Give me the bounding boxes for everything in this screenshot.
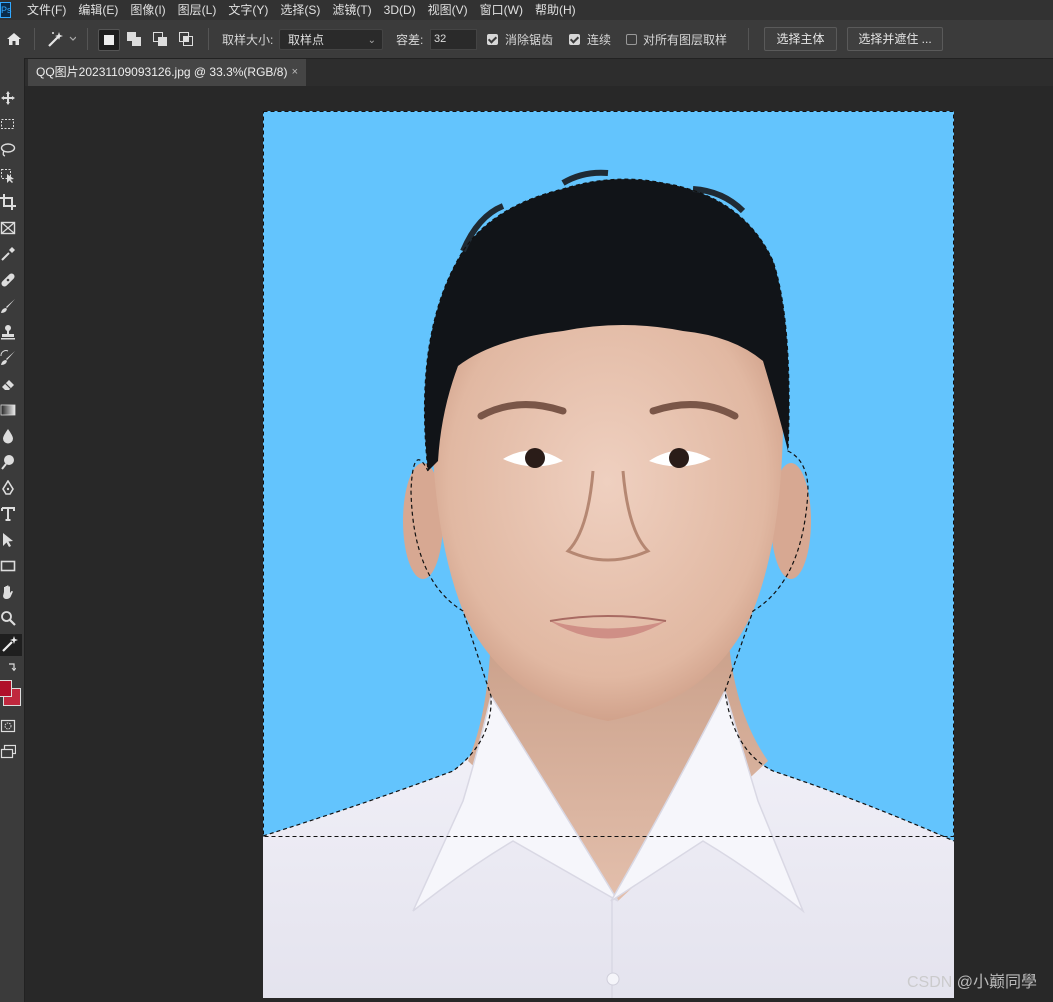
magic-wand-preset-icon[interactable] <box>46 20 76 58</box>
zoom-icon[interactable] <box>0 610 20 630</box>
color-swatches <box>0 678 24 708</box>
id-photo-portrait <box>263 111 954 998</box>
anti-alias-label: 消除锯齿 <box>505 32 554 47</box>
sample-size-label: 取样大小: <box>222 32 274 47</box>
sample-all-layers-label: 对所有图层取样 <box>643 32 728 47</box>
menu-help[interactable]: 帮助(H) <box>529 0 582 20</box>
menu-view[interactable]: 视图(V) <box>422 0 474 20</box>
stamp-icon[interactable] <box>0 324 20 344</box>
dodge-icon[interactable] <box>0 454 20 474</box>
rectangle-icon[interactable] <box>0 558 20 578</box>
menu-file[interactable]: 文件(F) <box>21 0 72 20</box>
tolerance-input[interactable]: 32 <box>430 29 477 50</box>
new-selection-button[interactable] <box>98 29 120 51</box>
frame-icon[interactable] <box>0 220 20 240</box>
crop-icon[interactable] <box>0 194 20 214</box>
tolerance-label: 容差: <box>396 32 424 47</box>
photoshop-logo-icon[interactable]: Ps <box>0 2 12 18</box>
menu-filter[interactable]: 滤镜(T) <box>326 0 377 20</box>
contiguous-label: 连续 <box>587 32 612 47</box>
separator <box>34 28 35 50</box>
pen-icon[interactable] <box>0 480 20 500</box>
photo-canvas[interactable] <box>263 111 954 998</box>
brush-icon[interactable] <box>0 298 20 318</box>
screen-mode-icon[interactable] <box>0 744 20 764</box>
home-icon[interactable] <box>6 20 22 58</box>
healing-icon[interactable] <box>0 272 20 292</box>
tools-panel <box>0 58 25 1002</box>
marquee-icon[interactable] <box>0 116 20 136</box>
history-brush-icon[interactable] <box>0 350 20 370</box>
subtract-from-selection-button[interactable] <box>150 29 170 49</box>
menu-bar: Ps 文件(F) 编辑(E) 图像(I) 图层(L) 文字(Y) 选择(S) 滤… <box>0 0 1053 20</box>
menu-image[interactable]: 图像(I) <box>124 0 171 20</box>
select-and-mask-button[interactable]: 选择并遮住 ... <box>847 27 943 51</box>
object-select-icon[interactable] <box>0 168 20 188</box>
chevron-down-icon: ⌄ <box>367 35 376 46</box>
select-subject-button[interactable]: 选择主体 <box>764 27 837 51</box>
move-icon[interactable] <box>0 90 20 110</box>
blur-icon[interactable] <box>0 428 20 448</box>
gradient-icon[interactable] <box>0 402 20 422</box>
eyedropper-icon[interactable] <box>0 246 20 266</box>
separator <box>87 28 88 50</box>
intersect-selection-button[interactable] <box>176 29 196 49</box>
menu-3d[interactable]: 3D(D) <box>378 0 422 20</box>
separator <box>748 28 749 50</box>
eraser-icon[interactable] <box>0 376 20 396</box>
close-icon[interactable]: × <box>292 59 298 86</box>
menu-type[interactable]: 文字(Y) <box>222 0 274 20</box>
separator <box>208 28 209 50</box>
quick-mask-icon[interactable] <box>0 718 20 738</box>
hand-icon[interactable] <box>0 584 20 604</box>
sample-size-value: 取样点 <box>288 33 325 47</box>
menu-select[interactable]: 选择(S) <box>274 0 326 20</box>
menu-layer[interactable]: 图层(L) <box>172 0 223 20</box>
menu-window[interactable]: 窗口(W) <box>474 0 529 20</box>
document-tab[interactable]: QQ图片20231109093126.jpg @ 33.3%(RGB/8) × <box>28 59 306 86</box>
watermark-text: CSDN @小巅同學 <box>906 974 1037 991</box>
anti-alias-checkbox[interactable] <box>487 34 498 45</box>
add-to-selection-button[interactable] <box>124 29 144 49</box>
magic-wand-icon[interactable] <box>0 634 22 656</box>
contiguous-checkbox[interactable] <box>569 34 580 45</box>
options-bar: 取样大小: 取样点 ⌄ 容差: 32 消除锯齿 连续 对所有图层取样 选择主体 … <box>0 20 1053 59</box>
sample-size-select[interactable]: 取样点 ⌄ <box>279 29 383 50</box>
menu-edit[interactable]: 编辑(E) <box>72 0 124 20</box>
foreground-color-swatch[interactable] <box>0 680 12 697</box>
type-icon[interactable] <box>0 506 20 526</box>
lasso-icon[interactable] <box>0 142 20 162</box>
sample-all-layers-checkbox[interactable] <box>626 34 637 45</box>
document-tab-bar: QQ图片20231109093126.jpg @ 33.3%(RGB/8) × <box>25 59 1053 86</box>
document-title: QQ图片20231109093126.jpg @ 33.3%(RGB/8) <box>36 65 288 79</box>
path-select-icon[interactable] <box>0 532 20 552</box>
